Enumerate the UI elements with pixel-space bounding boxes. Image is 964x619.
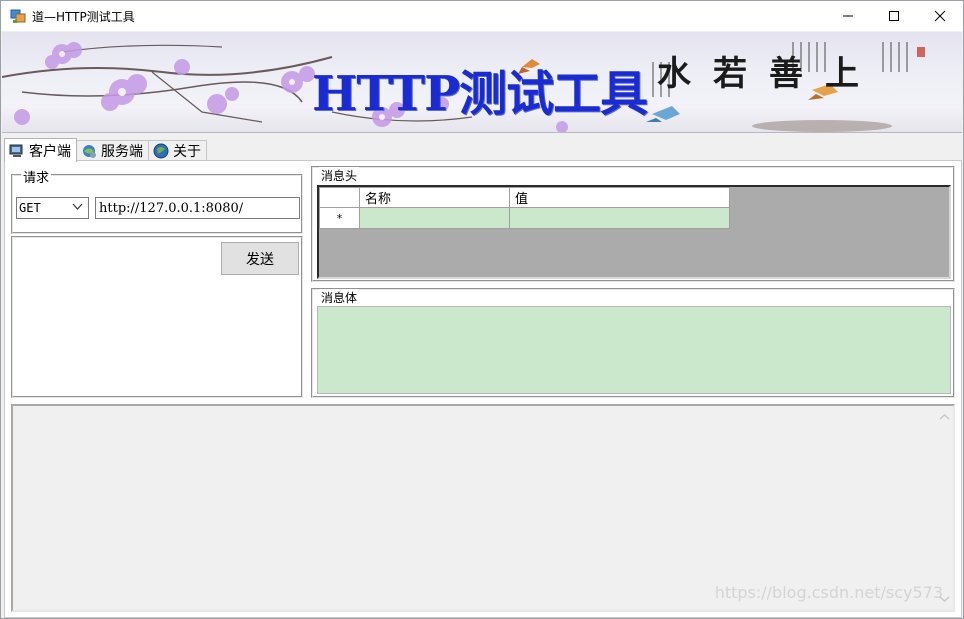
tab-about-label: 关于 — [173, 144, 201, 160]
headers-table: 名称 值 * — [319, 187, 730, 229]
send-panel: 发送 — [11, 236, 303, 398]
app-window: 道—HTTP测试工具 HTTP测试工具 水若善上 客户端 服务端 关于 请求 G… — [0, 0, 964, 619]
tab-server-label: 服务端 — [101, 144, 143, 160]
new-row-marker: * — [319, 207, 360, 229]
headers-group: 消息头 名称 值 * — [311, 166, 955, 282]
tab-strip: 客户端 服务端 关于 — [4, 138, 207, 162]
app-icon — [10, 8, 26, 24]
maximize-icon — [889, 11, 899, 21]
response-output[interactable]: https://blog.csdn.net/scy573 — [11, 404, 955, 612]
client-icon — [9, 143, 25, 159]
grid-corner — [319, 187, 360, 208]
close-icon — [934, 10, 946, 22]
chevron-down-icon — [72, 203, 83, 210]
url-input[interactable]: http://127.0.0.1:8080/ — [95, 197, 300, 219]
banner-calligraphy: 水若善上 — [657, 54, 881, 94]
column-header-value[interactable]: 值 — [509, 187, 730, 208]
body-legend: 消息体 — [319, 289, 360, 306]
tab-client[interactable]: 客户端 — [4, 138, 77, 162]
title-bar[interactable]: 道—HTTP测试工具 — [1, 1, 963, 31]
method-value: GET — [19, 201, 41, 215]
minimize-button[interactable] — [825, 1, 871, 31]
header-value-cell[interactable] — [509, 207, 730, 229]
body-group: 消息体 — [311, 288, 955, 398]
tab-client-label: 客户端 — [29, 143, 71, 160]
server-icon — [81, 143, 97, 159]
banner-image: HTTP测试工具 水若善上 — [2, 32, 962, 133]
minimize-icon — [843, 15, 853, 17]
window-title: 道—HTTP测试工具 — [32, 9, 135, 24]
tab-about[interactable]: 关于 — [148, 140, 207, 161]
headers-grid[interactable]: 名称 值 * — [317, 185, 951, 279]
header-name-cell[interactable] — [359, 207, 510, 229]
tab-server[interactable]: 服务端 — [76, 140, 149, 161]
send-button[interactable]: 发送 — [221, 242, 299, 275]
maximize-button[interactable] — [871, 1, 917, 31]
url-value: http://127.0.0.1:8080/ — [99, 200, 244, 216]
body-textarea[interactable] — [317, 306, 951, 394]
client-tab-page: 请求 GET http://127.0.0.1:8080/ 发送 消息头 名称 — [4, 160, 962, 618]
column-header-name[interactable]: 名称 — [359, 187, 510, 208]
scroll-up-icon[interactable] — [936, 410, 953, 424]
watermark-text: https://blog.csdn.net/scy573 — [714, 583, 943, 602]
close-button[interactable] — [917, 1, 963, 31]
table-row: * — [319, 207, 730, 229]
banner-title: HTTP测试工具 — [312, 66, 648, 122]
vertical-scrollbar[interactable] — [936, 406, 953, 610]
headers-legend: 消息头 — [319, 167, 360, 184]
request-legend: 请求 — [21, 167, 52, 186]
request-group: 请求 GET http://127.0.0.1:8080/ — [11, 167, 303, 234]
method-select[interactable]: GET — [16, 197, 89, 219]
about-icon — [153, 143, 169, 159]
